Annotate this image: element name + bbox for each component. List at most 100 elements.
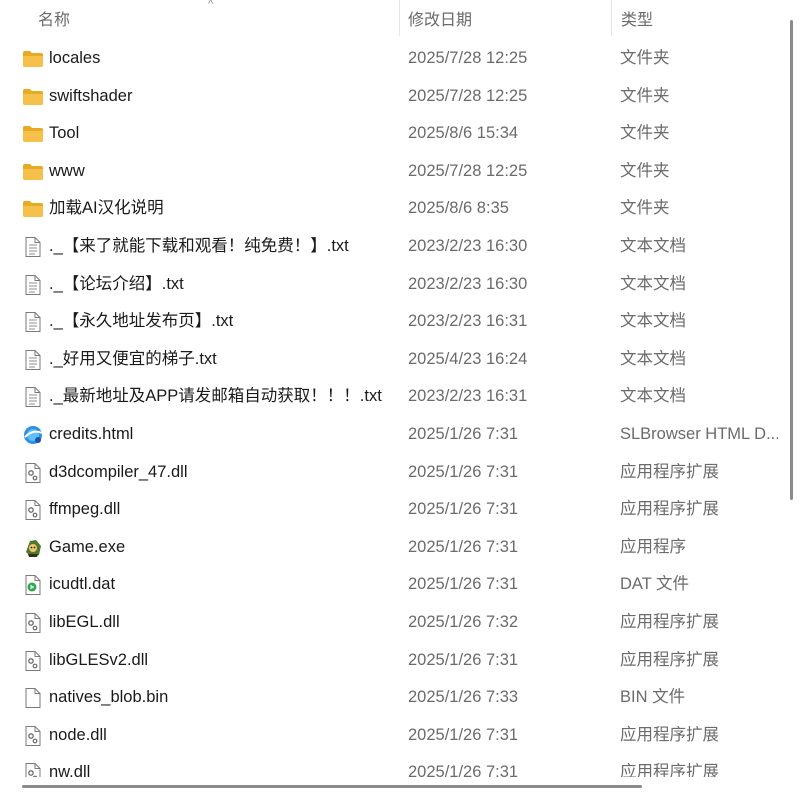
file-row[interactable]: libGLESv2.dll 2025/1/26 7:31 应用程序扩展	[0, 642, 778, 680]
file-type: 应用程序扩展	[620, 462, 719, 481]
file-type: SLBrowser HTML D...	[620, 424, 778, 443]
file-name: ._【永久地址发布页】.txt	[49, 312, 234, 331]
file-name: 加载AI汉化说明	[49, 199, 164, 218]
file-modified-date: 2025/1/26 7:31	[408, 650, 519, 669]
file-name: libEGL.dll	[49, 612, 120, 631]
column-header-name[interactable]: 名称	[38, 0, 70, 36]
file-modified-date: 2023/2/23 16:31	[408, 387, 528, 406]
file-name: locales	[49, 49, 101, 67]
file-explorer-list: ^ 名称 修改日期 类型 locales 2025/7/28 12:25 文件夹 sw…	[0, 0, 800, 799]
column-header-type[interactable]: 类型	[621, 0, 653, 36]
file-modified-date: 2025/8/6 8:35	[408, 199, 509, 218]
file-modified-date: 2023/2/23 16:30	[408, 236, 528, 255]
horizontal-scrollbar-thumb[interactable]	[22, 785, 642, 788]
file-row[interactable]: 加载AI汉化说明 2025/8/6 8:35 文件夹	[0, 190, 778, 228]
folder-icon	[22, 49, 44, 69]
file-name: credits.html	[49, 424, 134, 443]
folder-icon	[22, 199, 44, 219]
vertical-scrollbar-thumb[interactable]	[790, 20, 793, 500]
file-modified-date: 2025/1/26 7:31	[408, 537, 519, 556]
file-type: 应用程序	[620, 537, 686, 556]
file-row[interactable]: d3dcompiler_47.dll 2025/1/26 7:31 应用程序扩展	[0, 454, 778, 492]
file-type: 文本文档	[620, 274, 686, 293]
file-modified-date: 2025/7/28 12:25	[408, 86, 528, 105]
column-divider[interactable]	[399, 0, 400, 36]
file-modified-date: 2025/1/26 7:31	[408, 575, 519, 594]
file-modified-date: 2025/8/6 15:34	[408, 124, 519, 143]
file-modified-date: 2023/2/23 16:31	[408, 312, 528, 331]
file-row[interactable]: ._最新地址及APP请发邮箱自动获取！！！.txt 2023/2/23 16:31…	[0, 378, 778, 416]
file-row[interactable]: Game.exe 2025/1/26 7:31 应用程序	[0, 529, 778, 567]
file-type: 文件夹	[620, 86, 670, 105]
file-name: ._最新地址及APP请发邮箱自动获取！！！.txt	[49, 387, 382, 406]
dll-gear-icon	[22, 500, 44, 521]
blank-file-icon	[22, 688, 44, 709]
file-modified-date: 2025/1/26 7:31	[408, 424, 519, 443]
file-row[interactable]: ._【论坛介绍】.txt 2023/2/23 16:30 文本文档	[0, 266, 778, 304]
dll-gear-icon	[22, 725, 44, 746]
file-type: 文件夹	[620, 161, 670, 180]
horizontal-scrollbar-track[interactable]	[0, 777, 800, 799]
file-name: icudtl.dat	[49, 575, 116, 594]
column-header-date[interactable]: 修改日期	[408, 0, 472, 36]
file-type: 文件夹	[620, 199, 670, 218]
file-name: swiftshader	[49, 86, 133, 105]
file-name: node.dll	[49, 725, 107, 744]
file-type: 应用程序扩展	[620, 650, 719, 669]
text-document-icon	[22, 236, 44, 257]
file-row[interactable]: node.dll 2025/1/26 7:31 应用程序扩展	[0, 717, 778, 755]
file-name: Tool	[49, 124, 80, 143]
vertical-scrollbar-track[interactable]	[778, 0, 800, 779]
folder-icon	[22, 87, 44, 107]
file-name: libGLESv2.dll	[49, 650, 149, 669]
file-modified-date: 2025/7/28 12:25	[408, 49, 528, 67]
sort-ascending-icon: ^	[208, 0, 214, 10]
file-name: ._【来了就能下载和观看！纯免费！】.txt	[49, 236, 349, 255]
file-row[interactable]: ffmpeg.dll 2025/1/26 7:31 应用程序扩展	[0, 491, 778, 529]
text-document-icon	[22, 387, 44, 408]
column-divider[interactable]	[611, 0, 612, 36]
file-modified-date: 2025/7/28 12:25	[408, 161, 528, 180]
file-modified-date: 2023/2/23 16:30	[408, 274, 528, 293]
file-modified-date: 2025/1/26 7:31	[408, 725, 519, 744]
file-row[interactable]: ._好用又便宜的梯子.txt 2025/4/23 16:24 文本文档	[0, 341, 778, 379]
file-row[interactable]: natives_blob.bin 2025/1/26 7:33 BIN 文件	[0, 679, 778, 717]
file-type: 文本文档	[620, 349, 686, 368]
file-row[interactable]: ._【永久地址发布页】.txt 2023/2/23 16:31 文本文档	[0, 303, 778, 341]
column-header: ^ 名称 修改日期 类型	[0, 0, 778, 36]
file-type: 文件夹	[620, 124, 670, 143]
file-type: 应用程序扩展	[620, 500, 719, 519]
file-type: 应用程序扩展	[620, 725, 719, 744]
file-row[interactable]: locales 2025/7/28 12:25 文件夹	[0, 40, 778, 78]
file-modified-date: 2025/4/23 16:24	[408, 349, 528, 368]
file-name: www	[49, 161, 85, 180]
folder-icon	[22, 162, 44, 182]
file-row[interactable]: ._【来了就能下载和观看！纯免费！】.txt 2023/2/23 16:30 文本文…	[0, 228, 778, 266]
file-name: d3dcompiler_47.dll	[49, 462, 188, 481]
text-document-icon	[22, 349, 44, 370]
file-modified-date: 2025/1/26 7:31	[408, 462, 519, 481]
file-row[interactable]: swiftshader 2025/7/28 12:25 文件夹	[0, 78, 778, 116]
file-name: natives_blob.bin	[49, 688, 169, 707]
file-row[interactable]: Tool 2025/8/6 15:34 文件夹	[0, 115, 778, 153]
file-name: Game.exe	[49, 537, 126, 556]
folder-icon	[22, 124, 44, 144]
text-document-icon	[22, 312, 44, 333]
file-modified-date: 2025/1/26 7:32	[408, 612, 519, 631]
text-document-icon	[22, 274, 44, 295]
file-name: ._【论坛介绍】.txt	[49, 274, 184, 293]
file-row[interactable]: credits.html 2025/1/26 7:31 SLBrowser HTML…	[0, 416, 778, 454]
file-row[interactable]: www 2025/7/28 12:25 文件夹	[0, 153, 778, 191]
file-type: DAT 文件	[620, 575, 690, 594]
file-row[interactable]: icudtl.dat 2025/1/26 7:31 DAT 文件	[0, 566, 778, 604]
media-file-icon	[22, 575, 44, 596]
file-modified-date: 2025/1/26 7:33	[408, 688, 519, 707]
file-row[interactable]: libEGL.dll 2025/1/26 7:32 应用程序扩展	[0, 604, 778, 642]
file-type: 文本文档	[620, 387, 686, 406]
file-name: ffmpeg.dll	[49, 500, 121, 519]
file-list: locales 2025/7/28 12:25 文件夹 swiftshader 2025…	[0, 40, 778, 792]
game-exe-icon	[22, 538, 44, 558]
file-name: ._好用又便宜的梯子.txt	[49, 349, 217, 368]
file-modified-date: 2025/1/26 7:31	[408, 500, 519, 519]
browser-html-icon	[22, 425, 44, 445]
